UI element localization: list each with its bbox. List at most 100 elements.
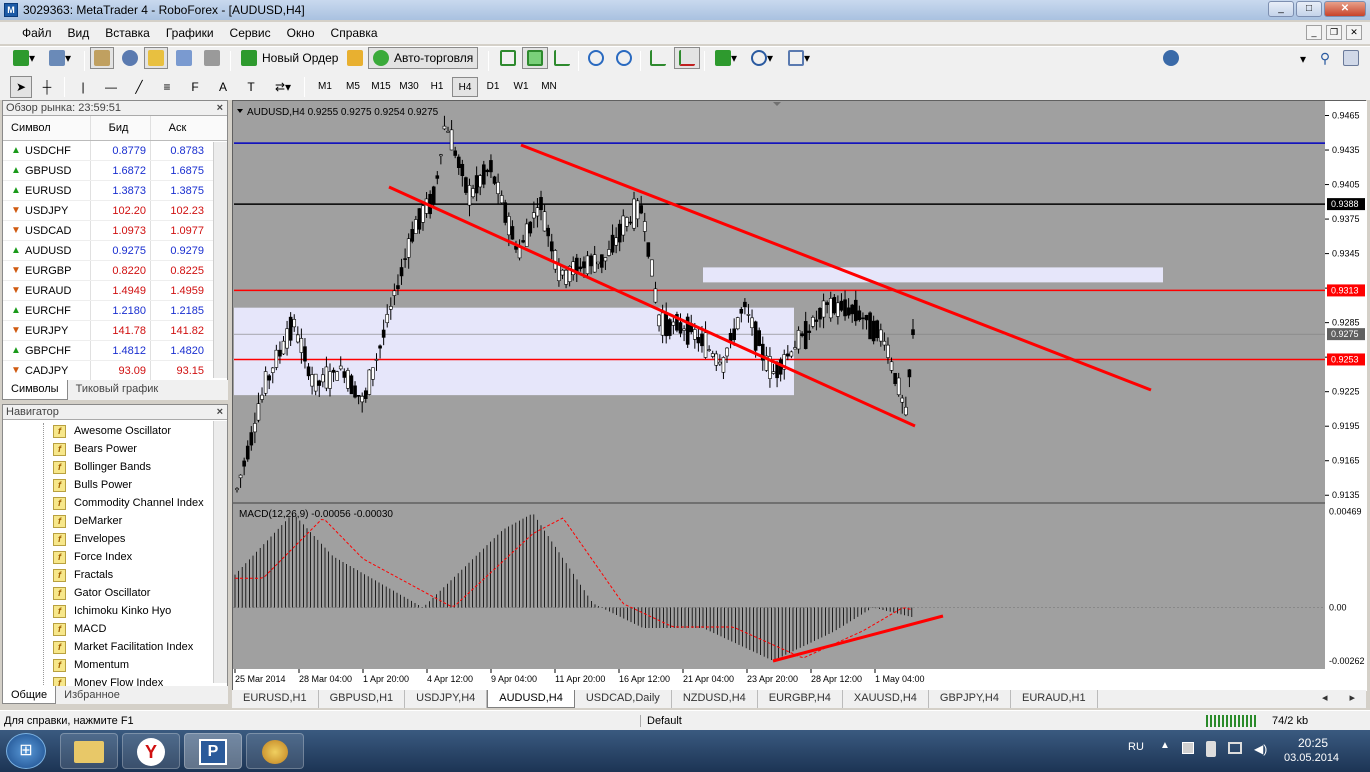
menu-view[interactable]: Вид: [60, 26, 98, 40]
tf-h1[interactable]: H1: [424, 77, 450, 97]
navigator-item[interactable]: f Awesome Oscillator: [53, 422, 171, 440]
col-bid[interactable]: Бид: [90, 116, 150, 140]
taskbar-metatrader[interactable]: P: [184, 733, 242, 769]
mdi-minimize-button[interactable]: _: [1306, 25, 1322, 40]
market-watch-row[interactable]: ▲ USDCHF 0.8779 0.8783: [3, 141, 227, 161]
start-button[interactable]: ⊞: [6, 733, 46, 769]
search-button[interactable]: ⚲: [1314, 47, 1336, 69]
new-order-button[interactable]: Новый Ордер: [236, 47, 340, 69]
tabs-scroll-left-icon[interactable]: ◂: [1311, 690, 1339, 708]
navigator-item[interactable]: f Envelopes: [53, 530, 125, 548]
menu-file[interactable]: Файл: [4, 26, 60, 40]
navigator-item[interactable]: f Force Index: [53, 548, 132, 566]
clock-date[interactable]: 03.05.2014: [1284, 752, 1339, 764]
navigator-item[interactable]: f Ichimoku Kinko Hyo: [53, 602, 171, 620]
tabs-scroll-right-icon[interactable]: ▸: [1338, 690, 1366, 708]
tf-d1[interactable]: D1: [480, 77, 506, 97]
navigator-item[interactable]: f Bears Power: [53, 440, 137, 458]
market-watch-row[interactable]: ▼ EURGBP 0.8220 0.8225: [3, 261, 227, 281]
candle-chart-button[interactable]: [522, 47, 548, 69]
crosshair-tool[interactable]: ┼: [36, 76, 58, 98]
channel-tool[interactable]: ≡: [156, 76, 178, 98]
autotrading-button[interactable]: Авто-торговля: [368, 47, 478, 69]
market-watch-row[interactable]: ▲ EURUSD 1.3873 1.3875: [3, 181, 227, 201]
horizontal-line-tool[interactable]: —: [100, 76, 122, 98]
tab-favorites[interactable]: Избранное: [56, 686, 128, 704]
line-chart-button[interactable]: [550, 47, 574, 69]
menu-window[interactable]: Окно: [279, 26, 323, 40]
market-watch-row[interactable]: ▼ CADJPY 93.09 93.15: [3, 361, 227, 381]
device-icon[interactable]: [1206, 741, 1216, 757]
chart-tab[interactable]: GBPJPY,H4: [929, 690, 1011, 708]
text-tool[interactable]: A: [212, 76, 234, 98]
menu-insert[interactable]: Вставка: [97, 26, 158, 40]
tf-mn[interactable]: MN: [536, 77, 562, 97]
navigator-item[interactable]: f Bollinger Bands: [53, 458, 151, 476]
market-watch-row[interactable]: ▼ USDJPY 102.20 102.23: [3, 201, 227, 221]
navigator-item[interactable]: f Gator Oscillator: [53, 584, 150, 602]
vertical-line-tool[interactable]: |: [72, 76, 94, 98]
cursor-tool[interactable]: ➤: [10, 76, 32, 98]
mdi-close-button[interactable]: ✕: [1346, 25, 1362, 40]
zoom-in-button[interactable]: [584, 47, 608, 69]
navigator-close-icon[interactable]: ×: [217, 405, 223, 419]
navigator-item[interactable]: f MACD: [53, 620, 106, 638]
tab-common[interactable]: Общие: [2, 686, 57, 704]
navigator-button[interactable]: [144, 47, 168, 69]
flag-icon[interactable]: [1182, 742, 1194, 754]
language-indicator[interactable]: RU: [1128, 741, 1144, 753]
templates-button[interactable]: ▾: [782, 47, 816, 69]
taskbar-explorer[interactable]: [60, 733, 118, 769]
terminal-button[interactable]: [172, 47, 196, 69]
chart-tab[interactable]: NZDUSD,H4: [672, 690, 758, 708]
chart-tab[interactable]: AUDUSD,H4: [487, 690, 575, 708]
chart-window[interactable]: AUDUSD,H4 0.9255 0.9275 0.9254 0.9275 0.9…: [232, 100, 1367, 691]
data-window-button[interactable]: [118, 47, 142, 69]
tf-m1[interactable]: M1: [312, 77, 338, 97]
taskbar-paint[interactable]: [246, 733, 304, 769]
options-button[interactable]: [1160, 47, 1182, 69]
periods-button[interactable]: ▾: [746, 47, 778, 69]
tf-w1[interactable]: W1: [508, 77, 534, 97]
arrows-tool[interactable]: ⇄▾: [268, 76, 298, 98]
chart-tab[interactable]: EURAUD,H1: [1011, 690, 1098, 708]
chat-button[interactable]: [1340, 47, 1362, 69]
chart-tab[interactable]: USDJPY,H4: [405, 690, 488, 708]
chart-tab[interactable]: EURGBP,H4: [758, 690, 843, 708]
maximize-button[interactable]: □: [1296, 1, 1322, 17]
menu-charts[interactable]: Графики: [158, 26, 222, 40]
search-dropdown[interactable]: ▾: [1296, 48, 1310, 70]
price-chart[interactable]: AUDUSD,H4 0.9255 0.9275 0.9254 0.9275 0.9…: [233, 101, 1367, 691]
market-watch-close-icon[interactable]: ×: [217, 101, 223, 115]
tab-tick-chart[interactable]: Тиковый график: [68, 380, 167, 400]
navigator-scrollbar[interactable]: [213, 421, 227, 683]
market-watch-row[interactable]: ▼ EURJPY 141.78 141.82: [3, 321, 227, 341]
mdi-restore-button[interactable]: ❐: [1326, 25, 1342, 40]
market-watch-button[interactable]: [90, 47, 114, 69]
autoscroll-button[interactable]: [646, 47, 670, 69]
market-watch-scrollbar[interactable]: [213, 142, 227, 378]
col-symbol[interactable]: Символ: [3, 116, 90, 140]
market-watch-row[interactable]: ▲ GBPCHF 1.4812 1.4820: [3, 341, 227, 361]
new-chart-button[interactable]: ▾: [8, 47, 40, 69]
fibo-tool[interactable]: F: [184, 76, 206, 98]
chart-shift-button[interactable]: [674, 47, 700, 69]
indicators-button[interactable]: ▾: [710, 47, 742, 69]
taskbar-yandex[interactable]: Y: [122, 733, 180, 769]
tf-m15[interactable]: M15: [368, 77, 394, 97]
navigator-item[interactable]: f Commodity Channel Index: [53, 494, 204, 512]
network-icon[interactable]: [1228, 742, 1242, 754]
tf-m5[interactable]: M5: [340, 77, 366, 97]
bar-chart-button[interactable]: [496, 47, 520, 69]
navigator-item[interactable]: f Momentum: [53, 656, 129, 674]
metaeditor-button[interactable]: [344, 47, 366, 69]
chart-tab[interactable]: EURUSD,H1: [232, 690, 319, 708]
zoom-out-button[interactable]: [612, 47, 636, 69]
close-button[interactable]: ✕: [1324, 1, 1366, 17]
market-watch-row[interactable]: ▲ AUDUSD 0.9275 0.9279: [3, 241, 227, 261]
market-watch-row[interactable]: ▲ EURCHF 1.2180 1.2185: [3, 301, 227, 321]
tf-h4[interactable]: H4: [452, 77, 478, 97]
trendline-tool[interactable]: ╱: [128, 76, 150, 98]
col-ask[interactable]: Аск: [150, 116, 208, 140]
market-watch-row[interactable]: ▼ EURAUD 1.4949 1.4959: [3, 281, 227, 301]
